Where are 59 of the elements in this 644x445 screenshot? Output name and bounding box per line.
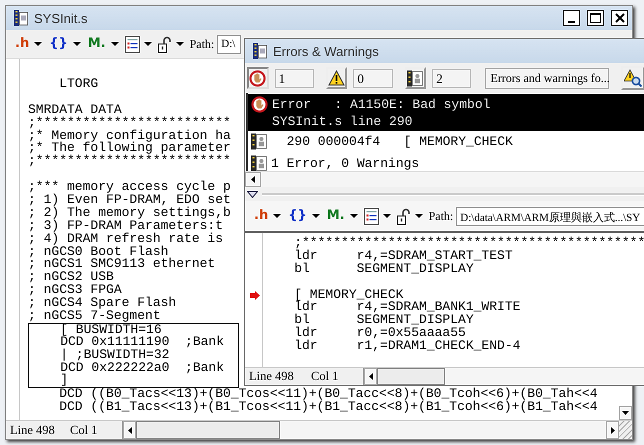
code-line: ldr r1,=DRAM1_CHECK_END-4: [293, 340, 520, 354]
code-line: bl SEGMENT_DISPLAY: [293, 314, 474, 328]
message-text: 290 000004f4 [ MEMORY_CHECK: [286, 135, 513, 148]
code-line: ; nGCS5 7-Segment: [28, 310, 161, 323]
code-line: ldr r4,=SDRAM_BANK1_WRITE: [293, 301, 520, 314]
path-field[interactable]: D:\: [217, 34, 242, 54]
message-text: 1 Error, 0 Warnings: [271, 157, 420, 170]
toolbar-glyph-icon[interactable]: M.: [86, 35, 107, 53]
code-line: | ;BUSWIDTH=32: [59, 349, 170, 362]
window-title: Errors & Warnings: [273, 44, 380, 58]
toolbar-glyph-icon[interactable]: {}: [48, 35, 69, 53]
message-row[interactable]: Error : A1150E: Bad symbol SYSInit.s line 290: [248, 94, 644, 131]
window-title: SYSInit.s: [34, 10, 88, 26]
code-line: [ BUSWIDTH=16: [59, 324, 162, 336]
code-line: ;* Memory configuration ha: [28, 130, 231, 142]
code-line: ; nGCS4 Spare Flash: [28, 297, 176, 310]
message-row[interactable]: 1 Error, 0 Warnings: [248, 153, 644, 175]
count-field: 1: [274, 68, 314, 88]
code-line: ;********************************************: [293, 237, 644, 250]
path-label: Path:: [190, 36, 214, 52]
code-line: ; 1) Even FP-DRAM, EDO set: [28, 194, 231, 207]
code-line: ; nGCS0 Boot Flash: [28, 246, 168, 258]
line-number-label: Line 498: [248, 368, 295, 385]
column-number-label: Col 1: [310, 368, 340, 385]
code-line: ; nGCS2 USB: [28, 271, 114, 284]
message-row[interactable]: 290 000004f4 [ MEMORY_CHECK: [248, 131, 644, 153]
path-label: Path:: [428, 208, 454, 224]
code-line: ldr r4,=SDRAM_START_TEST: [293, 250, 513, 263]
path-field[interactable]: D:\data\ARM\ARM原理與嵌入式...\SY: [456, 206, 644, 226]
line-number-label: Line 498: [9, 422, 56, 438]
message-text: SYSInit.s line 290: [272, 115, 414, 128]
code-line: LTORG: [58, 78, 98, 91]
code-line: ]: [59, 374, 68, 387]
column-number-label: Col 1: [69, 422, 98, 438]
code-line: ; nGCS3 FPGA: [28, 284, 122, 298]
toolbar-glyph-icon[interactable]: M.: [326, 207, 346, 225]
code-line: bl SEGMENT_DISPLAY: [293, 262, 474, 276]
count-field: 2: [432, 68, 472, 88]
count-field: 0: [353, 68, 393, 88]
code-line: DCD ((B1_Tacs<<13)+(B1_Tcos<<11)+(B1_Tacc<<8)+(B1_Tcoh<<6)+(B1_Tah<<4: [58, 400, 598, 414]
code-line: ; 2) The memory settings,b: [28, 206, 231, 220]
toolbar-glyph-icon[interactable]: .h: [253, 207, 270, 225]
code-line: DCD ((B0_Tacs<<13)+(B0_Tcos<<11)+(B0_Tacc<<8)+(B0_Tcoh<<6)+(B0_Tah<<4: [58, 388, 598, 401]
code-line: SMRDATA DATA: [28, 104, 122, 117]
code-line: ;* The following parameter: [28, 142, 231, 156]
code-line: ; 3) FP-DRAM Parameters:t: [28, 220, 224, 233]
code-line: ; nGCS1 SMC9113 ethernet: [28, 258, 216, 272]
code-line: DCD 0x11111190 ;Bank: [59, 336, 224, 350]
message-text: Error : A1150E: Bad symbol: [272, 98, 490, 111]
code-line: ;*************************: [28, 116, 231, 130]
toolbar-glyph-icon[interactable]: .h: [14, 35, 30, 53]
code-line: ;*** memory access cycle p: [28, 181, 231, 194]
code-line: ; 4) DRAM refresh rate is: [28, 232, 224, 246]
code-line: ;*************************: [28, 155, 231, 168]
toolbar-glyph-icon[interactable]: {}: [287, 207, 308, 225]
code-line: ldr r0,=0x55aaaa55: [293, 327, 466, 340]
code-line: [ MEMORY_CHECK: [263, 288, 404, 302]
code-line: DCD 0x222222a0 ;Bank: [59, 362, 224, 374]
filter-field[interactable]: Errors and warnings fo...: [485, 68, 610, 88]
